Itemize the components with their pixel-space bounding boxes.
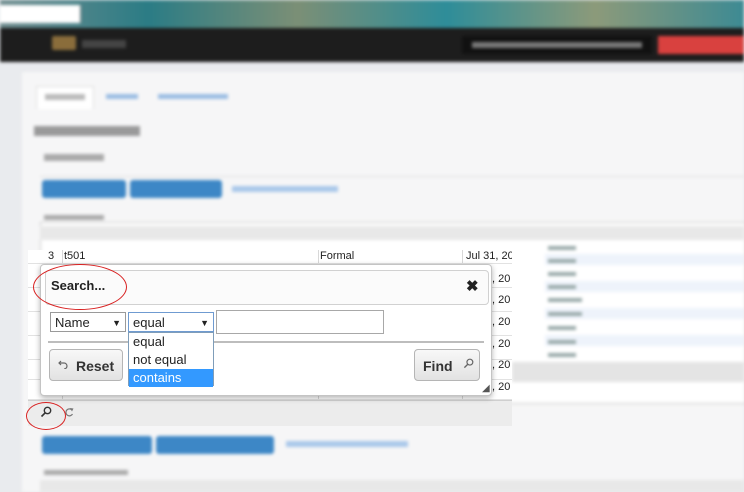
- table-header-2: [40, 480, 744, 492]
- app-logo: [52, 36, 76, 50]
- resize-handle-icon[interactable]: ◢: [482, 383, 490, 394]
- table-cell: [548, 298, 582, 302]
- table-cell: [548, 353, 576, 357]
- search-icon: [463, 358, 474, 372]
- table-cell: [548, 246, 576, 250]
- option-contains[interactable]: contains: [129, 369, 213, 387]
- option-not-equal[interactable]: not equal: [129, 351, 213, 369]
- row-date: , 20: [492, 273, 511, 285]
- primary-button-2: [130, 180, 222, 198]
- page-title: [34, 126, 140, 136]
- table-cell: [548, 285, 576, 289]
- table-cell: [548, 326, 576, 330]
- row-number: 3: [48, 250, 55, 262]
- chevron-down-icon: ▼: [112, 318, 121, 328]
- tab-dashboard: [36, 86, 94, 109]
- table-cell: [548, 312, 582, 316]
- row-date: , 20: [492, 294, 511, 306]
- row-date: Jul 31, 20: [466, 250, 512, 262]
- logout-button: [658, 36, 744, 54]
- user-status-pill: [462, 36, 652, 54]
- annotation-circle-search: [26, 402, 66, 430]
- row-date: , 20: [492, 338, 511, 350]
- annotation-circle-title: [33, 264, 127, 310]
- field-select[interactable]: Name ▼: [50, 312, 126, 332]
- divider: [40, 176, 744, 177]
- operator-select[interactable]: equal ▼: [128, 312, 214, 332]
- reset-button[interactable]: Reset: [49, 349, 123, 381]
- table-cell: [548, 259, 576, 263]
- dialog-divider: [48, 341, 484, 343]
- section-title: [44, 154, 104, 161]
- primary-button-1: [42, 180, 126, 198]
- table-cell: [548, 272, 576, 276]
- find-button[interactable]: Find: [414, 349, 480, 381]
- table-caption: [44, 215, 104, 220]
- undo-icon: [58, 358, 68, 372]
- primary-button-4: [156, 436, 274, 454]
- tab-settings: [106, 90, 138, 104]
- row-date: , 20: [492, 381, 511, 393]
- row-date: , 20: [492, 359, 511, 371]
- table-cell: [548, 340, 576, 344]
- url-field: [0, 5, 81, 23]
- row-name: t501: [64, 250, 86, 262]
- row-type: Formal: [320, 250, 355, 262]
- chevron-down-icon: ▼: [200, 318, 209, 328]
- operator-dropdown-list: equal not equal contains: [128, 332, 214, 387]
- table-header: [40, 226, 744, 240]
- primary-button-3: [42, 436, 152, 454]
- browser-bar: [0, 0, 744, 28]
- table-caption-2: [44, 470, 128, 475]
- close-icon[interactable]: ✖: [466, 277, 479, 295]
- option-equal[interactable]: equal: [129, 333, 213, 351]
- help-link-2: [286, 441, 408, 447]
- search-value-input[interactable]: [216, 310, 384, 334]
- grid-pager: [28, 400, 512, 426]
- table-footer: [512, 362, 744, 382]
- help-link: [232, 186, 338, 192]
- tab-help: [158, 90, 228, 104]
- logo-text: [82, 40, 126, 48]
- row-date: , 20: [492, 316, 511, 328]
